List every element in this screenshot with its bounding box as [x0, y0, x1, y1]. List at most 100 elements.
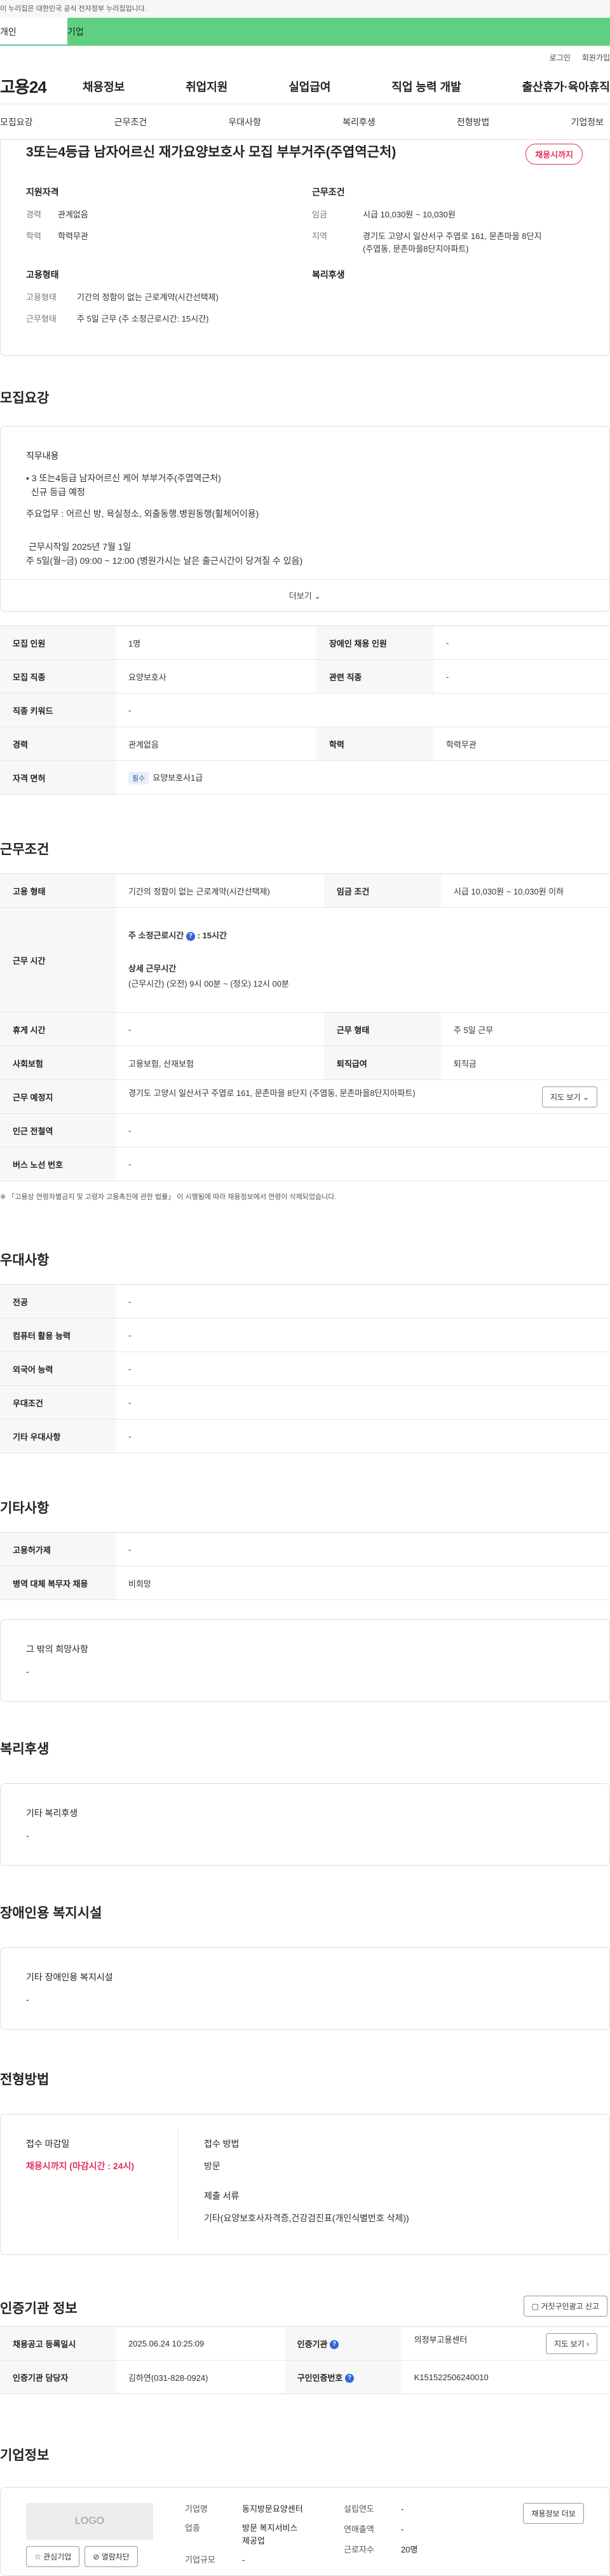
login-link[interactable]: 로그인: [550, 52, 571, 63]
etc-table: 고용허가제 - 병역 대체 복무자 채용 비희망: [0, 1532, 610, 1600]
computer-value: -: [116, 1318, 610, 1352]
tab-individual[interactable]: 개인: [0, 18, 67, 46]
detail-time-heading: 상세 근무시간: [128, 964, 177, 973]
worktype-label: 근무형태: [26, 314, 57, 324]
military-value: 비희망: [116, 1566, 610, 1600]
language-label: 외국어 능력: [0, 1352, 116, 1386]
company-name-label: 기업명: [185, 2504, 208, 2514]
industry-value-1: 방문 복지서비스: [242, 2523, 298, 2533]
worktype-value: 주 5일 근무 (주 소정근로시간: 15시간): [77, 314, 209, 324]
join-link[interactable]: 회원가입: [582, 52, 610, 63]
career-label: 경력: [26, 210, 41, 219]
info-icon[interactable]: ?: [345, 2374, 355, 2383]
hope-value: -: [26, 1666, 29, 1676]
duty-heading: 직무내용: [26, 451, 59, 461]
hope-heading: 그 밖의 희망사항: [26, 1644, 88, 1654]
section-etc: 기타사항: [0, 1501, 50, 1516]
rest-value: -: [116, 1012, 324, 1046]
tab-individual-label: 개인: [0, 27, 17, 37]
size-label: 기업규모: [185, 2555, 215, 2565]
subway-value: -: [116, 1113, 610, 1148]
gnb-item-training[interactable]: 직업 능력 개발: [391, 78, 461, 95]
gov-banner: 이 누리집은 대한민국 공식 전자정부 누리집입니다.: [0, 0, 610, 18]
edu-row-value: 학력무관: [433, 727, 610, 761]
site-logo[interactable]: 고용24: [0, 74, 76, 98]
manager-label: 인증기관 담당자: [0, 2360, 116, 2394]
section-recruit: 모집요강: [0, 391, 50, 406]
wage-cond-label: 임금 조건: [323, 874, 441, 908]
sales-value: -: [401, 2525, 404, 2534]
deadline-value: 채용시까지 (마감시간 : 24시): [26, 2161, 135, 2171]
wage-label: 임금: [312, 210, 327, 219]
disability-card-heading: 기타 장애인용 복지시설: [26, 1972, 113, 1982]
rest-label: 휴게 시간: [0, 1012, 116, 1046]
agency-value: 의정부고용센터: [414, 2334, 468, 2345]
gnb-item-support[interactable]: 취업지원: [186, 78, 227, 95]
reg-date-label: 채용공고 등록일시: [0, 2326, 116, 2360]
work-form-value: 주 5일 근무: [440, 1012, 610, 1046]
wage-value: 시급 10,030원 ~ 10,030원: [363, 210, 456, 219]
anchor-recruit[interactable]: 모집요강: [0, 116, 33, 128]
util-bar: 로그인 회원가입: [0, 46, 610, 69]
emp-type-value: 기간의 정함이 없는 근로계약(시간선택제): [116, 874, 324, 908]
more-label: 더보기: [288, 591, 312, 601]
industry-label: 업종: [185, 2523, 200, 2533]
major-value: -: [116, 1284, 610, 1319]
welfare-card-value: -: [26, 1830, 29, 1840]
top-tabs: 개인 기업: [0, 18, 610, 46]
wage-cond-value: 시급 10,030원 ~ 10,030원 이하: [440, 874, 610, 908]
qual-heading: 지원자격: [26, 187, 59, 197]
duty-line-2: 신규 등급 예정: [26, 487, 85, 497]
permit-label: 고용허가제: [0, 1532, 116, 1566]
anchor-welfare[interactable]: 복리후생: [342, 116, 376, 128]
agency-map-button[interactable]: 지도 보기 ›: [546, 2333, 597, 2354]
pref-etc-label: 기타 우대사항: [0, 1419, 116, 1453]
report-button[interactable]: ▢ 거짓구인광고 신고: [523, 2296, 607, 2317]
military-label: 병역 대체 복무자 채용: [0, 1566, 116, 1600]
emp-value: 기간의 정함이 없는 근로계약(시간선택제): [77, 292, 219, 302]
company-jobs-button[interactable]: 채용정보 더보: [523, 2503, 584, 2524]
method-heading: 접수 방법: [204, 2139, 240, 2149]
edu-value: 학력무관: [58, 231, 88, 241]
info-icon[interactable]: ?: [186, 931, 195, 941]
info-icon[interactable]: ?: [330, 2340, 339, 2350]
global-nav: 고용24 채용정보 취업지원 실업급여 직업 능력 개발 출산휴가·육아휴직: [0, 69, 610, 104]
employees-value: 20명: [401, 2545, 418, 2554]
disab-value: -: [433, 626, 610, 660]
pref-etc-value: -: [116, 1419, 610, 1453]
map-button[interactable]: 지도 보기 ⌄: [542, 1086, 597, 1107]
gnb-item-jobs[interactable]: 채용정보: [83, 78, 125, 95]
reg-date-value: 2025.06.24 10:25:09: [116, 2326, 285, 2360]
rel-label: 관련 직종: [316, 659, 433, 694]
anchor-company[interactable]: 기업정보: [571, 116, 604, 128]
weekly-hours-value: : 15시간: [197, 931, 227, 940]
loc-label: 지역: [312, 231, 327, 241]
company-name-value: 동지방문요양센터: [242, 2504, 303, 2514]
subway-label: 인근 전철역: [0, 1113, 116, 1148]
cert-no-label: 구인인증번호: [297, 2373, 343, 2383]
gnb-item-benefit[interactable]: 실업급여: [288, 78, 330, 95]
anchor-screening[interactable]: 전형방법: [457, 116, 490, 128]
gnb-item-leave[interactable]: 출산휴가·육아휴직: [522, 78, 610, 95]
map-button-label: 지도 보기: [550, 1092, 581, 1102]
favorite-button[interactable]: ☆ 관심기업: [26, 2546, 80, 2567]
agency-table: 채용공고 등록일시 2025.06.24 10:25:09 인증기관 ? 의정부고용센…: [0, 2326, 610, 2394]
section-disability: 장애인용 복지시설: [0, 1906, 102, 1921]
anchor-nav: 모집요강 근무조건 우대사항 복리후생 전형방법 기업정보: [0, 104, 610, 140]
block-button[interactable]: ⊘ 열람차단: [85, 2546, 138, 2567]
section-company: 기업정보: [0, 2448, 50, 2463]
severance-value: 퇴직금: [440, 1046, 610, 1080]
block-label: 열람차단: [101, 2552, 130, 2561]
license-label: 자격 면허: [0, 760, 116, 795]
method-value: 방문: [204, 2161, 220, 2171]
block-icon: ⊘: [93, 2552, 100, 2561]
anchor-condition[interactable]: 근무조건: [114, 116, 147, 128]
anchor-preference[interactable]: 우대사항: [228, 116, 261, 128]
insurance-label: 사회보험: [0, 1046, 116, 1080]
more-button[interactable]: 더보기 ⌄: [1, 579, 609, 611]
tab-company[interactable]: 기업: [67, 18, 610, 46]
insurance-value: 고용보험, 산재보험: [116, 1046, 324, 1080]
place-label: 근무 예정지: [0, 1079, 116, 1114]
emp-label: 고용형태: [26, 292, 57, 302]
agency-map-label: 지도 보기: [554, 2339, 585, 2348]
